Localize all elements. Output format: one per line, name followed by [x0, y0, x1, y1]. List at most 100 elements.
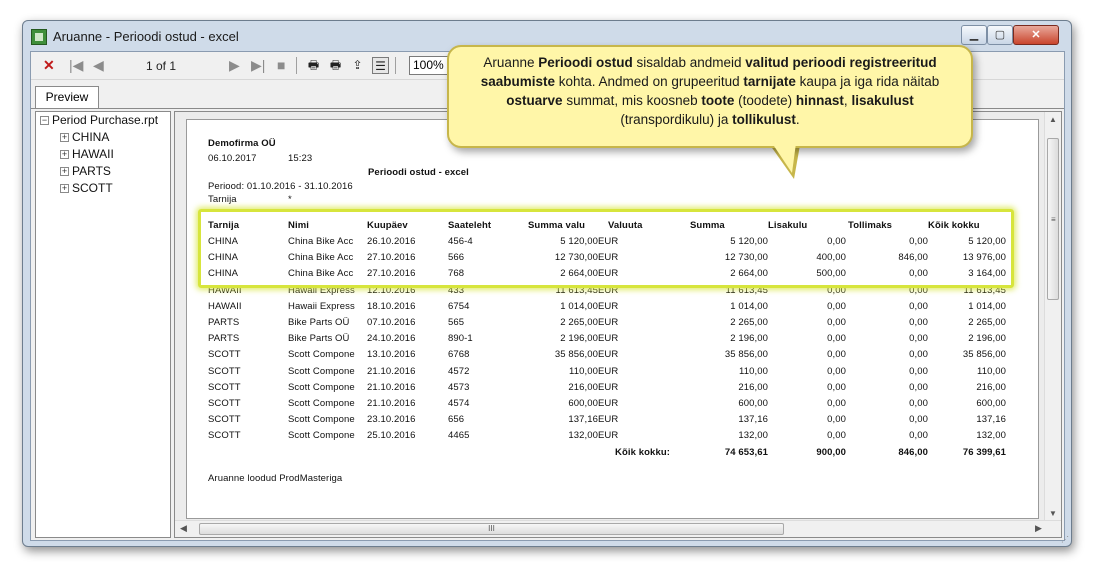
table-cell: 110,00 [739, 365, 768, 377]
vertical-scrollbar[interactable]: ▲ ≡ ▼ [1044, 112, 1061, 522]
callout-text: sisaldab andmeid [632, 55, 746, 70]
table-cell: EUR [598, 414, 619, 426]
expand-icon[interactable]: + [60, 184, 69, 193]
last-page-icon[interactable]: ▶| [251, 58, 265, 72]
table-cell: 0,00 [909, 268, 928, 280]
table-cell: 0,00 [827, 333, 846, 345]
table-cell: 216,00 [568, 381, 598, 393]
table-cell: 5 120,00 [560, 236, 598, 247]
group-tree-toggle-icon[interactable]: ☰ [372, 57, 389, 74]
table-cell: 13.10.2016 [367, 349, 416, 361]
table-cell: 11 613,45 [963, 284, 1006, 296]
table-cell: EUR [598, 398, 619, 409]
report-footer: Aruanne loodud ProdMasteriga [208, 473, 343, 484]
scroll-left-icon[interactable]: ◀ [180, 523, 187, 534]
table-cell: 26.10.2016 [367, 236, 416, 247]
callout-text: toote [701, 93, 735, 108]
table-cell: 2 664,00 [560, 268, 598, 280]
table-cell: 0,00 [827, 398, 846, 409]
table-cell: 23.10.2016 [367, 414, 416, 426]
table-cell: 35 856,00 [724, 349, 768, 361]
table-cell: EUR [598, 252, 619, 264]
table-cell: 132,00 [568, 430, 598, 442]
table-header-cell: Summa [690, 220, 725, 231]
table-cell: CHINA [208, 236, 239, 247]
callout-text: lisakulust [851, 93, 914, 108]
export-icon[interactable]: ⇪ [349, 57, 366, 74]
scroll-down-icon[interactable]: ▼ [1049, 509, 1057, 518]
next-page-icon[interactable]: ▶ [229, 58, 240, 72]
callout-tail-inner [772, 143, 796, 173]
expand-icon[interactable]: + [60, 150, 69, 159]
scroll-right-icon[interactable]: ▶ [1035, 523, 1042, 534]
tree-node-parts[interactable]: + PARTS [60, 164, 111, 178]
table-header-cell: Summa valu [528, 220, 585, 231]
tree-node-china[interactable]: + CHINA [60, 130, 109, 144]
table-cell: 5 120,00 [730, 236, 768, 247]
table-cell: Scott Compone [288, 365, 355, 377]
table-cell: 25.10.2016 [367, 430, 416, 442]
print-setup-icon[interactable]: 🖶 [327, 57, 344, 74]
table-cell: 0,00 [909, 284, 928, 296]
table-cell: 0,00 [827, 317, 846, 328]
table-cell: 2 196,00 [560, 333, 598, 345]
maximize-button[interactable]: ▢ [987, 25, 1013, 45]
table-cell: 600,00 [976, 398, 1006, 409]
expand-icon[interactable]: + [60, 167, 69, 176]
table-cell: EUR [598, 300, 619, 312]
tree-root-node[interactable]: − Period Purchase.rpt [40, 113, 158, 127]
table-cell: 21.10.2016 [367, 381, 416, 393]
minimize-button[interactable]: ▁ [961, 25, 987, 45]
table-cell: 1 014,00 [968, 300, 1006, 312]
close-report-icon[interactable]: ✕ [43, 58, 55, 72]
first-page-icon[interactable]: |◀ [69, 58, 83, 72]
table-cell: 12 730,00 [724, 252, 768, 264]
table-cell: PARTS [208, 333, 240, 345]
scroll-up-icon[interactable]: ▲ [1049, 115, 1057, 124]
close-window-button[interactable]: ✕ [1013, 25, 1059, 45]
report-company: Demofirma OÜ [208, 138, 276, 149]
table-cell: 0,00 [827, 414, 846, 426]
tree-node-label: SCOTT [72, 181, 113, 195]
table-cell: EUR [598, 284, 619, 296]
previous-page-icon[interactable]: ◀ [93, 58, 104, 72]
expand-icon[interactable]: + [60, 133, 69, 142]
table-header-cell: Kõik kokku [928, 220, 980, 231]
report-date: 06.10.2017 [208, 153, 257, 164]
table-cell: 216,00 [738, 381, 768, 393]
callout-text: Aruanne [483, 55, 539, 70]
table-cell: 0,00 [827, 300, 846, 312]
tree-node-hawaii[interactable]: + HAWAII [60, 147, 114, 161]
table-cell: 890-1 [448, 333, 473, 345]
table-cell: 137,16 [976, 414, 1006, 426]
tree-node-label: HAWAII [72, 147, 114, 161]
table-cell: SCOTT [208, 381, 241, 393]
grand-total-kokku: 76 399,61 [962, 447, 1006, 458]
table-cell: Bike Parts OÜ [288, 333, 350, 345]
page-indicator: 1 of 1 [146, 59, 177, 73]
table-cell: 12.10.2016 [367, 284, 416, 296]
table-cell: Scott Compone [288, 430, 355, 442]
table-cell: 2 265,00 [968, 317, 1006, 328]
table-cell: 27.10.2016 [367, 268, 416, 280]
tab-preview[interactable]: Preview [35, 86, 99, 108]
table-cell: Hawaii Express [288, 300, 355, 312]
resize-grip-icon[interactable]: ⋰ [1061, 535, 1069, 544]
tree-node-scott[interactable]: + SCOTT [60, 181, 113, 195]
table-cell: 1 014,00 [730, 300, 768, 312]
vertical-scroll-thumb[interactable]: ≡ [1047, 138, 1059, 300]
table-cell: 0,00 [827, 284, 846, 296]
table-cell: 456-4 [448, 236, 473, 247]
table-header-cell: Saateleht [448, 220, 492, 231]
table-cell: 0,00 [909, 236, 928, 247]
table-cell: 600,00 [738, 398, 768, 409]
stop-icon[interactable]: ■ [277, 58, 285, 72]
horizontal-scroll-thumb[interactable]: III [199, 523, 784, 535]
table-cell: 21.10.2016 [367, 398, 416, 409]
report-title: Perioodi ostud - excel [368, 167, 469, 178]
print-icon[interactable]: 🖶 [305, 57, 322, 74]
table-cell: 110,00 [977, 365, 1006, 377]
collapse-icon[interactable]: − [40, 116, 49, 125]
horizontal-scrollbar[interactable]: ◀ III ▶ [175, 520, 1061, 537]
table-cell: 2 664,00 [730, 268, 768, 280]
